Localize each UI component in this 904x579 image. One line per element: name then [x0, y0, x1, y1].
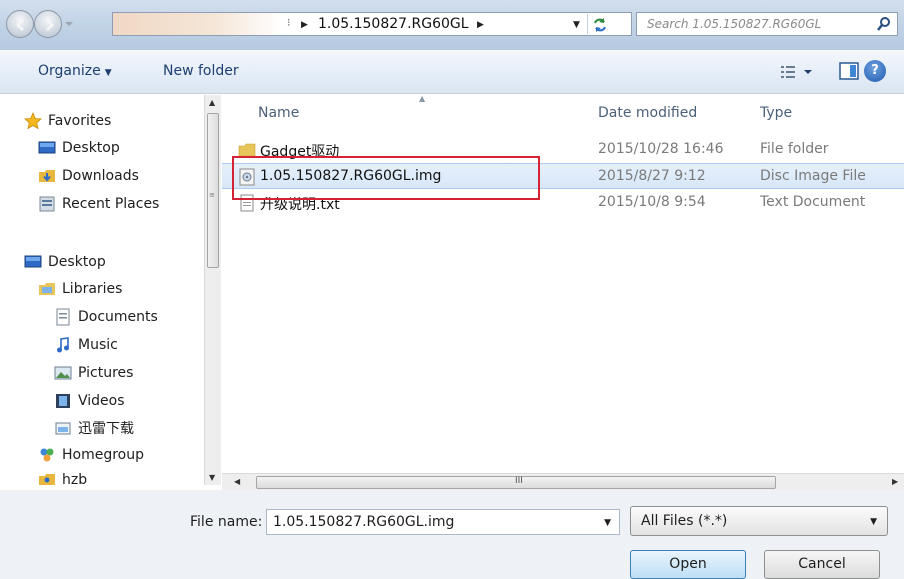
open-button[interactable]: Open: [630, 550, 746, 579]
column-header-name[interactable]: Name: [258, 105, 299, 121]
change-view-button[interactable]: [780, 63, 820, 81]
nav-favorites-label: Favorites: [48, 113, 112, 129]
help-button[interactable]: ?: [864, 60, 886, 82]
file-type: File folder: [760, 141, 829, 157]
toolbar: Organize ▼ New folder ?: [0, 50, 904, 94]
nav-favorites[interactable]: Favorites: [24, 110, 111, 132]
file-type-select[interactable]: All Files (*.*) ▼: [630, 506, 888, 536]
nav-pictures-label: Pictures: [78, 365, 134, 381]
desktop-icon: [24, 255, 42, 268]
nav-favorites-desktop[interactable]: Desktop: [38, 137, 120, 159]
back-button[interactable]: [6, 10, 34, 38]
preview-pane-icon: [839, 62, 859, 80]
homegroup-icon: [40, 448, 54, 462]
preview-pane-button[interactable]: [838, 60, 860, 82]
file-list-horizontal-scrollbar[interactable]: ◀ III ▶: [222, 473, 904, 490]
scroll-left-icon[interactable]: ◀: [234, 477, 240, 486]
documents-icon: [56, 308, 70, 326]
file-name-label: File name:: [190, 514, 263, 530]
scroll-grip-icon: ≡: [209, 191, 215, 199]
breadcrumb-separator-icon[interactable]: ▶: [477, 20, 484, 30]
title-bar: ⁝ ▶ 1.05.150827.RG60GL ▶ ▼ Search 1.05.1…: [0, 0, 904, 50]
nav-downloads-label: Downloads: [62, 168, 139, 184]
organize-label: Organize: [38, 63, 101, 79]
address-bar-fade: [113, 13, 283, 35]
nav-recent-places-label: Recent Places: [62, 196, 160, 212]
nav-recent-places[interactable]: Recent Places: [38, 193, 159, 215]
address-bar[interactable]: ⁝ ▶ 1.05.150827.RG60GL ▶ ▼: [112, 12, 632, 36]
chevron-down-icon[interactable]: ▼: [604, 518, 611, 528]
scroll-down-icon[interactable]: ▼: [209, 473, 215, 482]
scroll-up-icon[interactable]: ▲: [209, 98, 215, 107]
new-folder-button[interactable]: New folder: [163, 63, 239, 79]
desktop-icon: [38, 141, 56, 154]
file-date: 2015/10/8 9:54: [598, 194, 706, 210]
folder-library-icon: [55, 422, 71, 435]
nav-desktop-label: Desktop: [62, 140, 120, 156]
chevron-down-icon: ▼: [104, 68, 112, 78]
scroll-grip-icon: III: [515, 476, 523, 486]
file-type-value: All Files (*.*): [641, 513, 728, 529]
videos-icon: [56, 394, 70, 408]
recent-places-icon: [39, 196, 55, 212]
refresh-button[interactable]: [587, 14, 611, 34]
navigation-pane: Favorites Desktop Downloads Recent Place…: [0, 95, 204, 485]
nav-homegroup[interactable]: Homegroup: [38, 444, 144, 466]
dialog-footer: File name: 1.05.150827.RG60GL.img ▼ All …: [0, 490, 904, 579]
scroll-right-icon[interactable]: ▶: [892, 477, 898, 486]
nav-libraries-label: Libraries: [62, 281, 123, 297]
nav-user[interactable]: hzb: [38, 469, 87, 485]
nav-documents-label: Documents: [78, 309, 158, 325]
search-icon[interactable]: [876, 16, 892, 32]
nav-videos-label: Videos: [78, 393, 125, 409]
navigation-scrollbar[interactable]: ▲ ≡ ▼: [204, 95, 221, 485]
nav-pictures[interactable]: Pictures: [54, 362, 133, 384]
column-header-type[interactable]: Type: [760, 105, 792, 121]
nav-homegroup-label: Homegroup: [62, 447, 145, 463]
nav-documents[interactable]: Documents: [54, 306, 158, 328]
breadcrumb-separator-icon[interactable]: ▶: [301, 20, 308, 30]
file-date: 2015/8/27 9:12: [598, 168, 706, 184]
user-folder-icon: [39, 474, 55, 485]
file-list: ▲ Name Date modified Type Gadget驱动 2015/…: [222, 94, 904, 473]
nav-user-label: hzb: [62, 472, 88, 485]
annotation-highlight-box: [232, 156, 540, 200]
nav-desktop[interactable]: Desktop: [24, 251, 106, 273]
music-icon: [57, 337, 69, 353]
forward-button[interactable]: [34, 10, 62, 38]
nav-music[interactable]: Music: [54, 334, 118, 356]
horizontal-scroll-thumb[interactable]: III: [256, 476, 776, 489]
downloads-folder-icon: [39, 170, 55, 182]
view-options-icon: [781, 66, 812, 78]
nav-xunlei-downloads[interactable]: 迅雷下载: [54, 417, 134, 439]
search-input[interactable]: Search 1.05.150827.RG60GL: [636, 12, 898, 36]
organize-button[interactable]: Organize ▼: [38, 63, 112, 79]
cancel-button[interactable]: Cancel: [764, 550, 880, 579]
pictures-icon: [54, 366, 72, 380]
nav-desktop-root-label: Desktop: [48, 254, 106, 270]
libraries-icon: [39, 283, 55, 295]
nav-downloads[interactable]: Downloads: [38, 165, 139, 187]
file-name-value: 1.05.150827.RG60GL.img: [273, 514, 455, 530]
nav-xunlei-label: 迅雷下载: [78, 421, 134, 437]
sort-indicator-icon: ▲: [419, 94, 426, 103]
file-date: 2015/10/28 16:46: [598, 141, 724, 157]
chevron-down-icon: ▼: [870, 517, 877, 527]
forward-arrow-icon: [46, 19, 54, 31]
back-arrow-icon: [16, 19, 24, 31]
file-type: Text Document: [760, 194, 866, 210]
star-icon: [24, 112, 42, 130]
column-header-date-modified[interactable]: Date modified: [598, 105, 697, 121]
nav-libraries[interactable]: Libraries: [38, 278, 122, 300]
nav-videos[interactable]: Videos: [54, 390, 125, 412]
file-name-input[interactable]: 1.05.150827.RG60GL.img ▼: [266, 509, 620, 535]
file-type: Disc Image File: [760, 168, 866, 184]
refresh-icon: [594, 18, 606, 32]
search-placeholder: Search 1.05.150827.RG60GL: [647, 17, 822, 31]
breadcrumb-current-folder[interactable]: 1.05.150827.RG60GL: [318, 16, 469, 32]
recent-pages-dropdown-icon[interactable]: [64, 18, 74, 30]
breadcrumb-overflow[interactable]: ⁝: [287, 16, 291, 29]
nav-music-label: Music: [78, 337, 118, 353]
address-dropdown-icon[interactable]: ▼: [573, 20, 580, 30]
